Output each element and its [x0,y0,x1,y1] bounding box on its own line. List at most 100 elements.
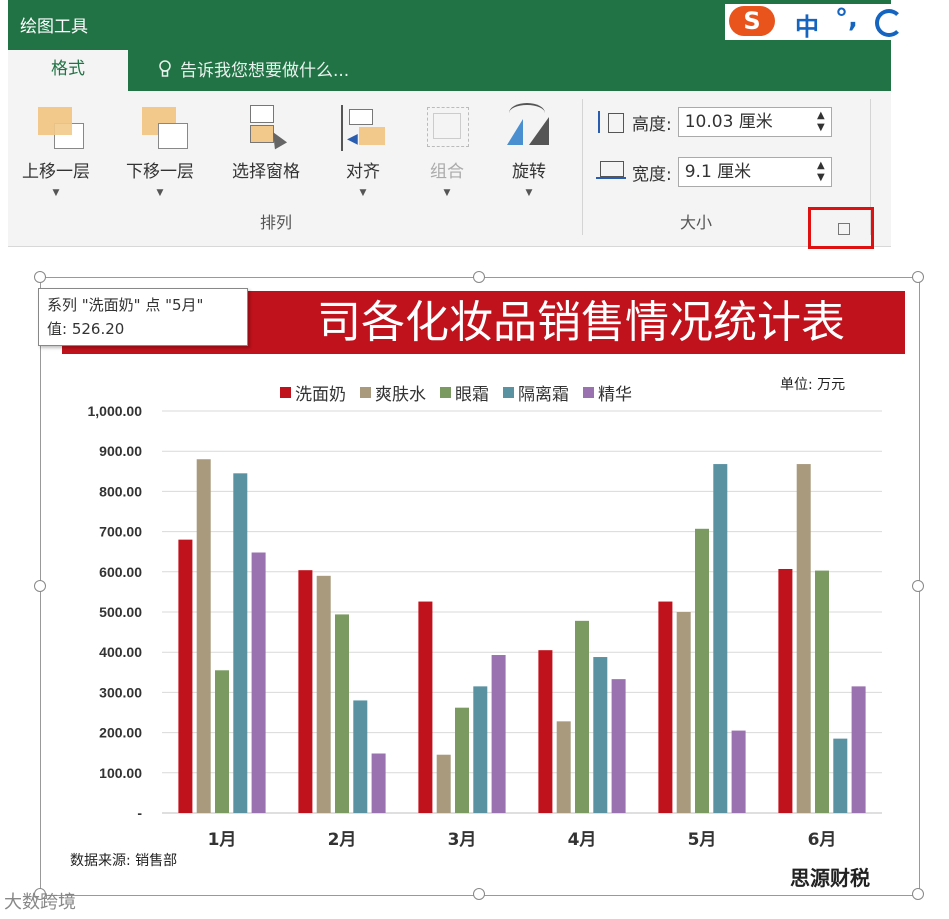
watermark-left: 大数跨境 [4,892,76,913]
bar-0-3[interactable] [233,473,248,813]
bring-forward-icon [26,101,86,153]
bar-1-2[interactable] [335,614,349,813]
dialog-launcher-icon [838,223,850,235]
resize-handle[interactable] [912,271,924,283]
bar-4-3[interactable] [713,464,728,813]
resize-handle[interactable] [473,271,485,283]
y-tick-label: 900.00 [99,443,142,459]
bar-5-4[interactable] [851,686,866,813]
y-tick-label: 500.00 [99,604,142,620]
bar-0-2[interactable] [215,670,229,813]
legend-swatch [503,387,514,398]
align-label: 对齐 [346,162,380,182]
bar-4-2[interactable] [695,528,709,813]
height-icon [596,111,626,133]
height-label: 高度: [632,114,672,135]
y-tick-label: 1,000.00 [88,403,143,419]
bar-1-1[interactable] [316,575,331,813]
height-value: 10.03 厘米 [684,112,773,132]
y-tick-label: 800.00 [99,483,142,499]
data-point-tooltip: 系列 "洗面奶" 点 "5月" 值: 526.20 [38,288,248,346]
legend-swatch [360,387,371,398]
resize-handle[interactable] [912,580,924,592]
resize-handle[interactable] [34,580,46,592]
tooltip-value-line: 值: 526.20 [47,320,125,338]
legend-swatch [583,387,594,398]
spinner-arrows-icon[interactable]: ▲ ▼ [817,160,825,184]
size-dialog-launcher-button[interactable] [808,207,874,249]
arrange-group-label: 排列 [260,213,293,232]
bar-0-0[interactable] [178,539,193,813]
width-icon [596,161,626,183]
bar-1-0[interactable] [298,570,313,813]
bar-3-2[interactable] [575,620,589,813]
group-button[interactable]: 组合 ▼ [412,101,482,198]
bar-4-0[interactable] [658,601,673,813]
resize-handle[interactable] [912,888,924,900]
bar-4-4[interactable] [731,730,746,813]
ime-extra-icon[interactable] [875,9,903,37]
bar-4-1[interactable] [676,612,691,813]
bring-forward-button[interactable]: 上移一层 ▼ [8,101,104,198]
width-label: 宽度: [632,164,672,185]
width-input[interactable]: 9.1 厘米 ▲ ▼ [677,157,832,187]
resize-handle[interactable] [473,888,485,900]
bar-5-3[interactable] [833,738,848,813]
bar-5-0[interactable] [778,568,793,813]
chevron-down-icon: ▼ [52,188,60,198]
bar-3-3[interactable] [593,657,608,813]
x-tick-label: 2月 [328,830,357,850]
tell-me-box[interactable]: 告诉我您想要做什么... [158,56,349,81]
width-value: 9.1 厘米 [684,162,752,182]
height-input[interactable]: 10.03 厘米 ▲ ▼ [677,107,832,137]
width-row: 宽度: 9.1 厘米 ▲ ▼ [596,157,832,187]
bar-2-2[interactable] [455,707,469,813]
y-tick-label: 400.00 [99,644,142,660]
ime-punctuation[interactable]: °, [835,4,858,34]
source-note: 数据来源: 销售部 [70,853,178,869]
bar-2-3[interactable] [473,686,488,813]
legend-swatch [280,387,291,398]
bar-2-1[interactable] [436,754,451,813]
bar-1-3[interactable] [353,700,368,813]
chevron-down-icon: ▼ [525,188,533,198]
bar-5-2[interactable] [815,570,829,813]
align-button[interactable]: ◀ 对齐 ▼ [328,101,398,198]
tab-format[interactable]: 格式 [8,50,128,91]
ribbon-body: 上移一层 ▼ 下移一层 ▼ 选择窗格 ◀ 对齐 ▼ 组合 ▼ 旋转 ▼ 排列 高… [8,91,891,247]
y-tick-label: 100.00 [99,765,142,781]
selection-pane-label: 选择窗格 [232,162,300,182]
resize-handle[interactable] [34,271,46,283]
x-tick-label: 5月 [688,830,717,850]
x-tick-label: 6月 [808,830,837,850]
context-tab-label: 绘图工具 [20,17,88,37]
bar-3-1[interactable] [556,721,571,813]
bar-3-4[interactable] [611,679,626,813]
chevron-down-icon: ▼ [443,188,451,198]
chevron-down-icon: ▼ [156,188,164,198]
bar-5-1[interactable] [796,464,811,813]
rotate-button[interactable]: 旋转 ▼ [494,101,564,198]
ime-toolbar[interactable]: S 中 °, [725,4,903,42]
send-backward-button[interactable]: 下移一层 ▼ [112,101,208,198]
bar-chart-plot[interactable]: - 100.00 200.00 300.00 400.00 500.00 600.00 700… [62,400,905,860]
y-tick-label: 200.00 [99,725,142,741]
rotate-label: 旋转 [512,162,546,182]
bar-2-4[interactable] [491,655,506,813]
x-tick-label: 4月 [568,830,597,850]
send-backward-label: 下移一层 [126,162,194,182]
bring-forward-label: 上移一层 [22,162,90,182]
y-tick-label: - [137,805,142,821]
bar-2-0[interactable] [418,601,433,813]
size-group-label: 大小 [680,213,713,232]
bar-0-1[interactable] [196,459,211,813]
bar-1-4[interactable] [371,753,386,813]
watermark-right: 思源财税 [790,866,870,890]
spinner-arrows-icon[interactable]: ▲ ▼ [817,110,825,134]
group-icon [417,101,477,153]
selection-pane-button[interactable]: 选择窗格 [216,101,316,182]
bar-0-4[interactable] [251,552,266,813]
ime-mode[interactable]: 中 [795,7,819,42]
bar-3-0[interactable] [538,650,553,813]
align-icon: ◀ [333,101,393,153]
